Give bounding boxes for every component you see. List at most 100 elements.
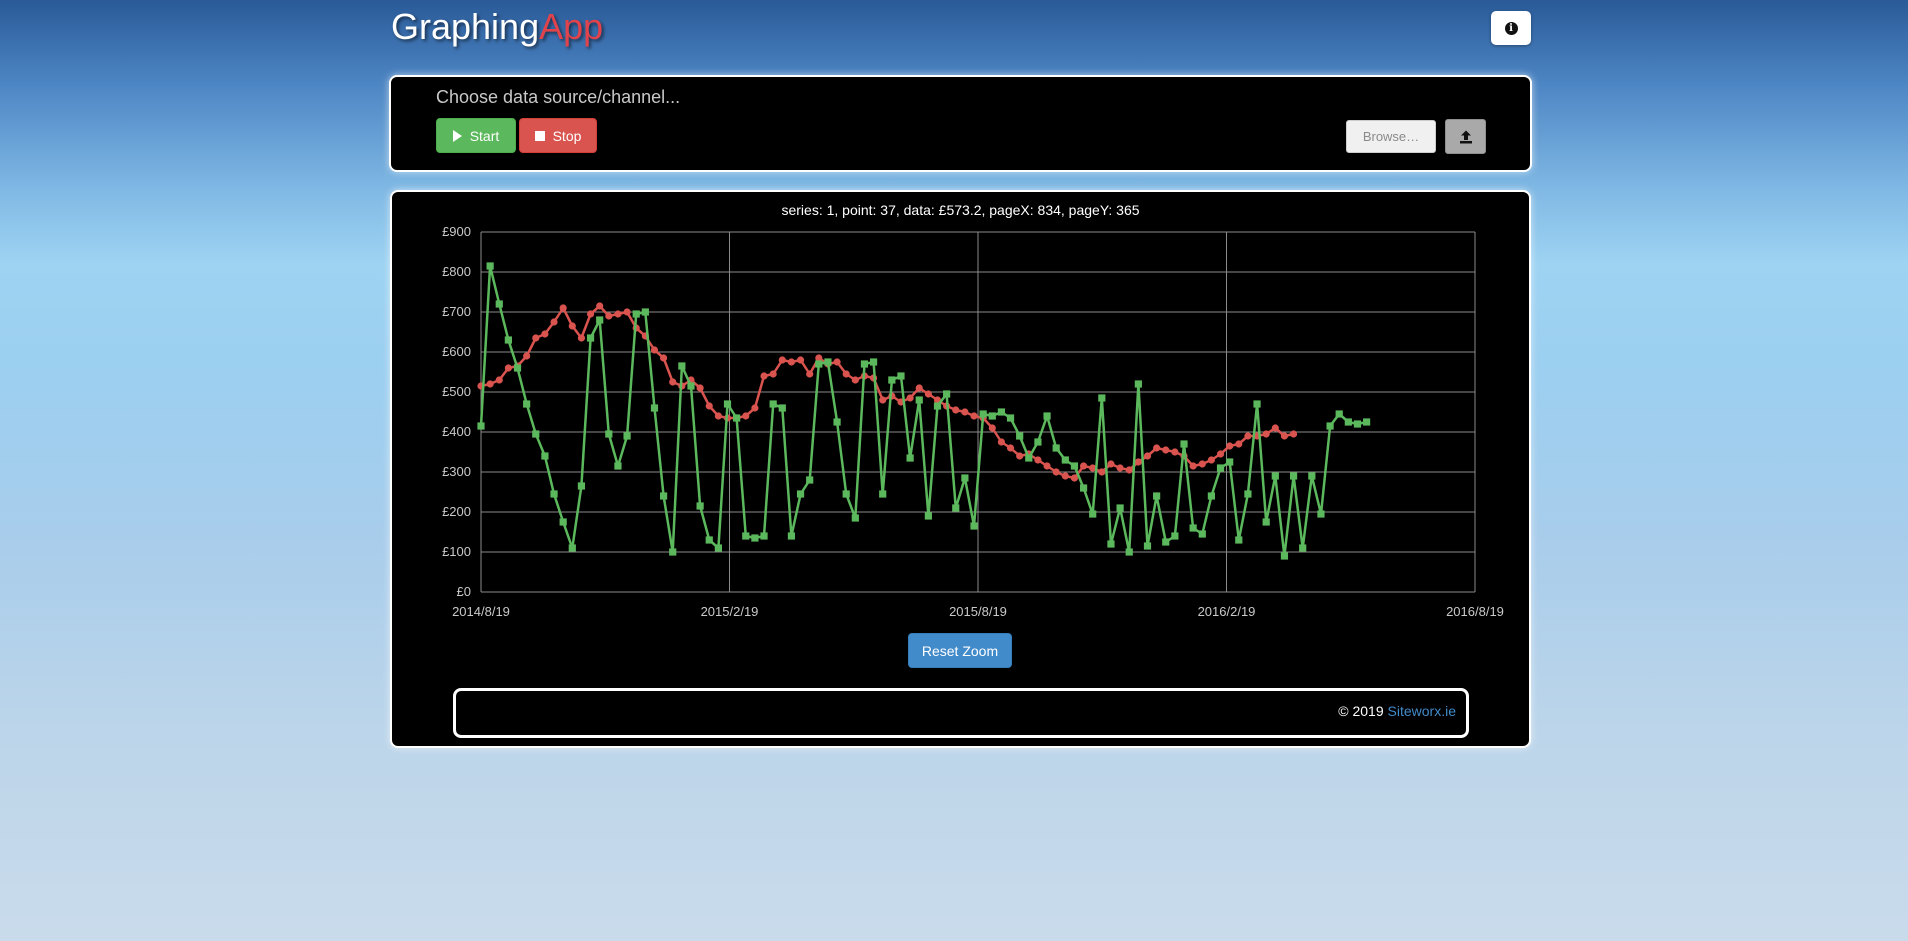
series-2-point [796, 490, 805, 498]
app-brand: GraphingApp [391, 4, 603, 50]
series-1-point [879, 396, 887, 404]
series-1-point [486, 380, 494, 388]
data-source-selector[interactable]: Choose data source/channel... [436, 87, 680, 108]
series-2-point [1226, 458, 1234, 466]
series-2-point [1235, 536, 1243, 544]
series-2-point [1180, 440, 1188, 448]
series-2-point [559, 518, 567, 526]
start-button[interactable]: Start [436, 118, 516, 153]
copyright: © 2019 Siteworx.ie [1338, 703, 1456, 719]
series-2-point [577, 482, 586, 490]
series-2-point [477, 422, 485, 430]
series-2-point [1153, 492, 1161, 500]
series-1-point [1262, 430, 1270, 438]
series-2-point [596, 316, 604, 324]
series-1-point [1079, 462, 1088, 470]
series-1-point [550, 318, 558, 326]
footer: © 2019 Siteworx.ie [453, 688, 1469, 738]
series-1-point [1116, 464, 1124, 472]
series-2-point [1016, 432, 1024, 440]
siteworx-link[interactable]: Siteworx.ie [1388, 703, 1456, 719]
series-1-point [833, 358, 841, 366]
series-1-point [523, 352, 531, 360]
series-2-point [1308, 472, 1316, 480]
series-2-point [1025, 454, 1033, 462]
series-1-point [1052, 468, 1060, 476]
series-2-point [1262, 518, 1270, 526]
y-tick-label: £0 [457, 584, 471, 599]
x-tick-label: 2016/2/19 [1198, 604, 1256, 619]
series-1-point [970, 412, 978, 420]
series-2-point [632, 310, 640, 318]
series-2-point [1070, 462, 1079, 470]
series-1-point [1143, 452, 1152, 460]
series-1-point [806, 370, 814, 378]
series-2-point [943, 390, 951, 398]
stop-icon [534, 130, 545, 141]
series-2-point [550, 490, 558, 498]
series-1-point [1043, 462, 1051, 470]
series-1-point [696, 384, 704, 392]
series-2-point [1207, 492, 1215, 500]
browse-button[interactable]: Browse… [1346, 120, 1436, 153]
series-2-point [1299, 544, 1307, 552]
start-label: Start [469, 127, 500, 144]
series-1-point [559, 304, 567, 312]
series-2-point [787, 532, 796, 540]
upload-button[interactable] [1445, 119, 1486, 154]
series-1-point [541, 330, 549, 338]
series-2-point [1006, 414, 1015, 422]
series-2-point [888, 376, 896, 384]
series-2-point [605, 430, 613, 438]
play-icon [452, 129, 462, 142]
series-1-point [906, 394, 914, 402]
series-2-point [778, 404, 786, 412]
series-1-point [1171, 448, 1179, 456]
series-2-point [961, 474, 969, 482]
series-2-point [660, 492, 668, 500]
series-2-point [879, 490, 887, 498]
series-2-point [1116, 504, 1124, 512]
series-1-point [568, 322, 576, 330]
series-1-point [997, 438, 1006, 446]
series-1-point [1244, 432, 1252, 440]
series-1-point [1016, 452, 1024, 460]
series-1-point [961, 408, 969, 416]
series-2-point [1198, 530, 1206, 538]
y-tick-label: £500 [442, 384, 471, 399]
series-2-point [586, 334, 595, 342]
series-1-point [796, 356, 805, 364]
series-2-point [532, 430, 540, 438]
series-2-point [1344, 418, 1352, 426]
series-2-point [1162, 538, 1170, 546]
series-1-point [495, 376, 503, 384]
series-2-point [1098, 394, 1106, 402]
series-2-point [1125, 548, 1133, 556]
y-tick-label: £400 [442, 424, 471, 439]
line-chart[interactable]: £0 £100 £200 £300 £400 £500 £600 £700 £800 £900 20… [392, 192, 1529, 622]
stop-label: Stop [552, 127, 582, 144]
series-2-point [733, 414, 741, 422]
series-1-point [851, 376, 859, 384]
brand-accent-text: App [539, 6, 604, 47]
series-2-point [924, 512, 932, 520]
series-1-point [1280, 432, 1289, 440]
series-2-point [678, 362, 686, 370]
series-2-point [1317, 510, 1325, 518]
series-2-point [623, 432, 631, 440]
series-2-point [723, 400, 732, 408]
series-2-point [714, 544, 722, 552]
reset-zoom-button[interactable]: Reset Zoom [908, 633, 1012, 668]
series-2-point [541, 452, 549, 460]
series-2-point [1089, 510, 1097, 518]
series-1-point [1134, 458, 1142, 466]
series-2-point [641, 308, 649, 316]
series-2-point [833, 418, 841, 426]
series-2-point [769, 400, 777, 408]
info-button[interactable]: i [1491, 11, 1531, 45]
series-2-point [897, 372, 905, 380]
series-2-point [568, 544, 576, 552]
stop-button[interactable]: Stop [519, 118, 597, 153]
series-1-point [669, 378, 677, 386]
series-1-point [504, 364, 512, 372]
